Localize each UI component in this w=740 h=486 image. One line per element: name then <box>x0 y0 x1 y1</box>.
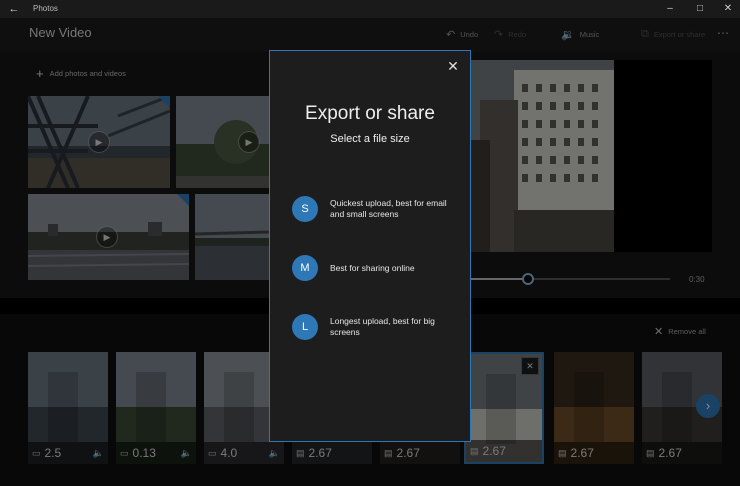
size-badge: M <box>292 255 318 281</box>
size-option-small[interactable]: S Quickest upload, best for email and sm… <box>292 196 462 222</box>
size-option-medium[interactable]: M Best for sharing online <box>292 255 462 281</box>
size-option-large[interactable]: L Longest upload, best for big screens <box>292 314 462 340</box>
app-title: Photos <box>33 4 58 13</box>
size-option-label: Quickest upload, best for email and smal… <box>330 198 447 219</box>
dialog-subtitle: Select a file size <box>330 133 410 145</box>
export-dialog: ✕ Export or share Select a file size S Q… <box>269 50 471 442</box>
dialog-title: Export or share <box>305 103 435 124</box>
size-option-label: Best for sharing online <box>330 262 415 273</box>
maximize-icon[interactable]: □ <box>685 0 715 18</box>
close-icon[interactable]: ✕ <box>444 57 462 75</box>
title-bar: ← Photos – □ ✕ <box>0 0 740 18</box>
size-badge: L <box>292 314 318 340</box>
size-option-label: Longest upload, best for big screens <box>330 316 435 337</box>
minimize-icon[interactable]: – <box>655 0 685 18</box>
size-badge: S <box>292 196 318 222</box>
close-icon[interactable]: ✕ <box>713 0 740 18</box>
back-arrow-icon[interactable]: ← <box>6 2 22 16</box>
